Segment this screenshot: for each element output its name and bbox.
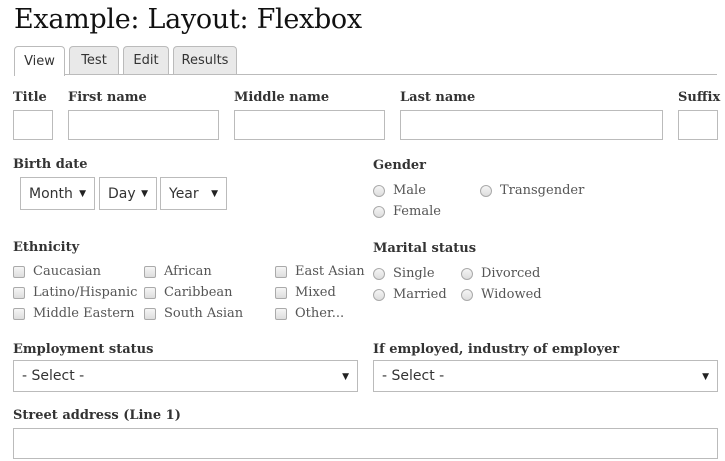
ethnicity-option[interactable]: African (144, 264, 212, 279)
industry-value: - Select - (382, 368, 445, 384)
marital-status-label: Marital status (373, 241, 477, 256)
checkbox-icon[interactable] (275, 307, 287, 320)
ethnicity-option[interactable]: South Asian (144, 306, 243, 321)
chevron-down-icon: ▼ (79, 189, 86, 199)
title-input[interactable] (13, 110, 53, 140)
middle-name-input[interactable] (234, 110, 385, 140)
checkbox-icon[interactable] (275, 265, 287, 278)
tab-view[interactable]: View (14, 46, 65, 76)
chevron-down-icon: ▼ (141, 189, 148, 199)
gender-label: Gender (373, 158, 427, 173)
checkbox-icon[interactable] (144, 307, 156, 320)
last-name-label: Last name (400, 90, 476, 105)
suffix-label: Suffix (678, 90, 721, 105)
gender-option-male[interactable]: Male (373, 183, 426, 198)
radio-icon[interactable] (373, 288, 385, 301)
industry-select[interactable]: - Select - ▼ (373, 360, 718, 392)
marital-option-married[interactable]: Married (373, 287, 447, 302)
radio-icon[interactable] (461, 267, 473, 280)
employment-status-value: - Select - (22, 368, 85, 384)
ethnicity-option[interactable]: Latino/Hispanic (13, 285, 137, 300)
suffix-input[interactable] (678, 110, 718, 140)
page-title: Example: Layout: Flexbox (14, 4, 362, 35)
ethnicity-option[interactable]: Caucasian (13, 264, 101, 279)
employment-status-label: Employment status (13, 342, 154, 357)
industry-label: If employed, industry of employer (373, 342, 620, 357)
tab-test[interactable]: Test (69, 46, 119, 74)
first-name-label: First name (68, 90, 147, 105)
ethnicity-label: Ethnicity (13, 240, 80, 255)
chevron-down-icon: ▼ (702, 372, 709, 382)
checkbox-icon[interactable] (13, 307, 25, 320)
ethnicity-option[interactable]: Caribbean (144, 285, 233, 300)
street-address-label: Street address (Line 1) (13, 408, 181, 423)
marital-option-widowed[interactable]: Widowed (461, 287, 542, 302)
radio-icon[interactable] (373, 184, 385, 197)
tab-bar: View Test Edit Results (14, 46, 241, 76)
gender-option-female[interactable]: Female (373, 204, 441, 219)
middle-name-label: Middle name (234, 90, 330, 105)
radio-icon[interactable] (373, 205, 385, 218)
gender-option-transgender[interactable]: Transgender (480, 183, 584, 198)
tab-results[interactable]: Results (173, 46, 237, 74)
marital-option-single[interactable]: Single (373, 266, 435, 281)
radio-icon[interactable] (373, 267, 385, 280)
employment-status-select[interactable]: - Select - ▼ (13, 360, 358, 392)
chevron-down-icon: ▼ (342, 372, 349, 382)
birth-day-select[interactable]: Day ▼ (99, 177, 157, 210)
ethnicity-option[interactable]: Middle Eastern (13, 306, 135, 321)
birth-month-select[interactable]: Month ▼ (20, 177, 95, 210)
street-address-input[interactable] (13, 428, 718, 459)
checkbox-icon[interactable] (13, 265, 25, 278)
birth-month-value: Month (29, 185, 73, 202)
radio-icon[interactable] (480, 184, 492, 197)
birth-year-select[interactable]: Year ▼ (160, 177, 227, 210)
birth-date-label: Birth date (13, 157, 88, 172)
tab-edit[interactable]: Edit (123, 46, 169, 74)
title-label: Title (13, 90, 47, 105)
birth-year-value: Year (169, 185, 199, 202)
chevron-down-icon: ▼ (211, 189, 218, 199)
ethnicity-option[interactable]: Other... (275, 306, 344, 321)
birth-day-value: Day (108, 185, 136, 202)
first-name-input[interactable] (68, 110, 219, 140)
radio-icon[interactable] (461, 288, 473, 301)
checkbox-icon[interactable] (144, 265, 156, 278)
checkbox-icon[interactable] (275, 286, 287, 299)
ethnicity-option[interactable]: Mixed (275, 285, 336, 300)
ethnicity-option[interactable]: East Asian (275, 264, 365, 279)
checkbox-icon[interactable] (144, 286, 156, 299)
last-name-input[interactable] (400, 110, 663, 140)
checkbox-icon[interactable] (13, 286, 25, 299)
marital-option-divorced[interactable]: Divorced (461, 266, 540, 281)
